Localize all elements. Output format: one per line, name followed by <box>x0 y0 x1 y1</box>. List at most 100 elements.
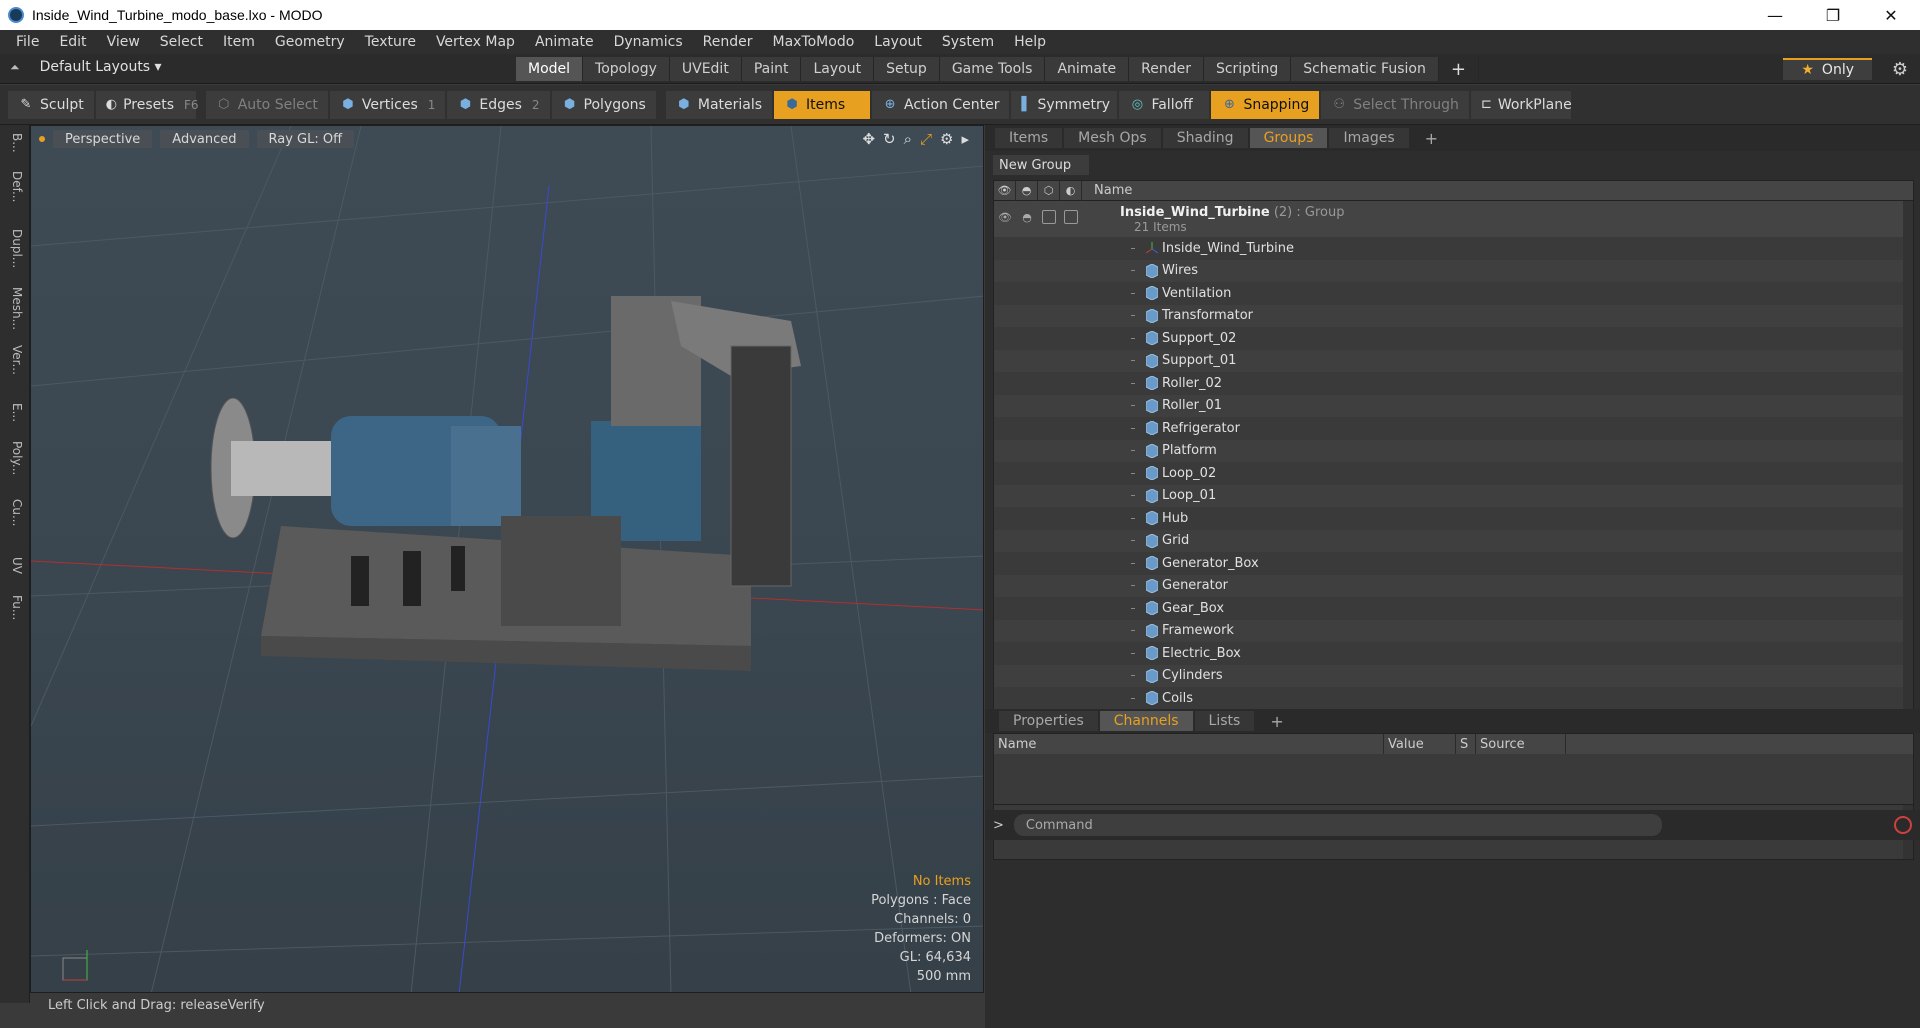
select-column-icon[interactable]: ◐ <box>1060 181 1082 201</box>
menu-geometry[interactable]: Geometry <box>265 34 355 50</box>
list-item[interactable]: Framework <box>994 619 1913 642</box>
tab-groups[interactable]: Groups <box>1249 128 1328 148</box>
list-item[interactable]: Gear_Box <box>994 597 1913 620</box>
presets-button[interactable]: ◐ Presets F6 <box>95 90 199 119</box>
tab-uvedit[interactable]: UVEdit <box>669 57 742 81</box>
perspective-button[interactable]: Perspective <box>53 130 153 148</box>
auto-select-button[interactable]: ⬡ Auto Select <box>205 90 328 119</box>
tab-model[interactable]: Model <box>516 57 584 81</box>
list-item[interactable]: Electric_Box <box>994 642 1913 665</box>
side-tab-2[interactable]: Dupl... <box>6 229 24 268</box>
menu-file[interactable]: File <box>6 34 49 50</box>
polygons-button[interactable]: ⬢ Polygons <box>551 90 656 119</box>
tab-topology[interactable]: Topology <box>583 57 670 81</box>
tab-add-button[interactable]: + <box>1411 128 1452 148</box>
visibility-column-icon[interactable]: 👁 <box>994 181 1016 201</box>
channel-source-header[interactable]: Source <box>1476 734 1566 754</box>
menu-render[interactable]: Render <box>693 34 763 50</box>
tab-animate[interactable]: Animate <box>1045 57 1130 81</box>
tab-paint[interactable]: Paint <box>741 57 802 81</box>
side-tab-1[interactable]: Def... <box>6 171 24 202</box>
viewport-menu-dot[interactable] <box>39 136 45 142</box>
advanced-button[interactable]: Advanced <box>160 130 249 148</box>
list-item[interactable]: Inside_Wind_Turbine <box>994 237 1913 260</box>
tab-shading[interactable]: Shading <box>1162 128 1248 148</box>
list-item[interactable]: Roller_01 <box>994 394 1913 417</box>
side-tab-9[interactable]: Fu... <box>6 595 24 620</box>
materials-button[interactable]: ⬢ Materials <box>665 90 773 119</box>
tab-layout[interactable]: Layout <box>801 57 875 81</box>
group-visibility-icon[interactable]: 👁 <box>997 210 1013 224</box>
tab-setup[interactable]: Setup <box>874 57 940 81</box>
list-item[interactable]: Platform <box>994 439 1913 462</box>
name-column-header[interactable]: Name <box>1082 183 1132 198</box>
list-item[interactable]: Transformator <box>994 304 1913 327</box>
viewport-gear-icon[interactable]: ⚙ <box>940 130 953 148</box>
record-icon[interactable] <box>1894 816 1912 834</box>
restore-button[interactable]: ❐ <box>1804 0 1862 30</box>
tab-images[interactable]: Images <box>1329 128 1409 148</box>
props-tab-lists[interactable]: Lists <box>1194 711 1255 731</box>
list-item[interactable]: Loop_01 <box>994 484 1913 507</box>
gear-icon[interactable]: ⚙ <box>1892 59 1908 80</box>
menu-layout[interactable]: Layout <box>864 34 932 50</box>
render-column-icon[interactable]: ◓ <box>1016 181 1038 201</box>
command-input[interactable]: Command <box>1013 814 1662 836</box>
list-item[interactable]: Support_01 <box>994 349 1913 372</box>
menu-edit[interactable]: Edit <box>49 34 96 50</box>
menu-vertex-map[interactable]: Vertex Map <box>426 34 525 50</box>
menu-dynamics[interactable]: Dynamics <box>604 34 693 50</box>
menu-select[interactable]: Select <box>150 34 213 50</box>
select-through-button[interactable]: ⚇ Select Through <box>1321 90 1469 119</box>
list-item[interactable]: Generator <box>994 574 1913 597</box>
list-item[interactable]: Hub <box>994 507 1913 530</box>
layouts-dropdown[interactable]: ⏶ Default Layouts ▾ <box>10 59 162 75</box>
list-item[interactable]: Loop_02 <box>994 462 1913 485</box>
sculpt-button[interactable]: ✎ Sculpt <box>8 90 94 119</box>
menu-view[interactable]: View <box>97 34 150 50</box>
tab-mesh-ops[interactable]: Mesh Ops <box>1064 128 1161 148</box>
collapse-up-icon[interactable]: ⏶ <box>10 60 20 75</box>
tab-game-tools[interactable]: Game Tools <box>939 57 1046 81</box>
list-item[interactable]: Grid <box>994 529 1913 552</box>
zoom-icon[interactable]: ⌕ <box>904 130 912 148</box>
channel-name-header[interactable]: Name <box>994 734 1384 754</box>
fit-icon[interactable]: ⤢ <box>920 130 932 148</box>
raygl-button[interactable]: Ray GL: Off <box>256 130 355 148</box>
list-item[interactable]: Coils <box>994 687 1913 710</box>
group-row[interactable]: 👁 ◓ Inside_Wind_Turbine (2) : Group 21 I… <box>994 201 1913 237</box>
side-tab-4[interactable]: Ver... <box>6 345 24 375</box>
menu-system[interactable]: System <box>932 34 1004 50</box>
menu-item[interactable]: Item <box>213 34 265 50</box>
list-item[interactable]: Roller_02 <box>994 372 1913 395</box>
group-render-icon[interactable]: ◓ <box>1019 210 1035 224</box>
tab-scripting[interactable]: Scripting <box>1203 57 1292 81</box>
props-tab-properties[interactable]: Properties <box>999 711 1098 731</box>
vertices-button[interactable]: ⬢ Vertices 1 <box>329 90 446 119</box>
new-group-button[interactable]: New Group <box>993 155 1089 175</box>
minimize-button[interactable]: — <box>1746 0 1804 30</box>
snapping-button[interactable]: ⊕ Snapping <box>1211 90 1320 119</box>
side-tab-6[interactable]: Poly... <box>6 441 24 475</box>
list-item[interactable]: Support_02 <box>994 327 1913 350</box>
tab-render[interactable]: Render <box>1129 57 1204 81</box>
action-center-button[interactable]: ⊕ Action Center <box>872 90 1010 119</box>
rotate-icon[interactable]: ↻ <box>883 130 896 148</box>
list-item[interactable]: Ventilation <box>994 282 1913 305</box>
only-button[interactable]: ★ Only <box>1783 58 1872 80</box>
add-tab-button[interactable]: + <box>1439 57 1479 81</box>
tab-schematic-fusion[interactable]: Schematic Fusion <box>1291 57 1439 81</box>
list-item[interactable]: Refrigerator <box>994 417 1913 440</box>
list-item[interactable]: Cylinders <box>994 664 1913 687</box>
menu-maxtomodo[interactable]: MaxToModo <box>763 34 865 50</box>
list-item[interactable]: Wires <box>994 259 1913 282</box>
props-tab-add-button[interactable]: + <box>1256 711 1297 731</box>
channel-value-header[interactable]: Value <box>1384 734 1456 754</box>
props-tab-channels[interactable]: Channels <box>1099 711 1193 731</box>
falloff-button[interactable]: ◎ Falloff <box>1119 90 1210 119</box>
viewport-scene[interactable] <box>31 126 984 993</box>
edges-button[interactable]: ⬢ Edges 2 <box>447 90 550 119</box>
group-select-checkbox[interactable] <box>1064 210 1078 224</box>
tab-items[interactable]: Items <box>995 128 1063 148</box>
menu-texture[interactable]: Texture <box>355 34 426 50</box>
